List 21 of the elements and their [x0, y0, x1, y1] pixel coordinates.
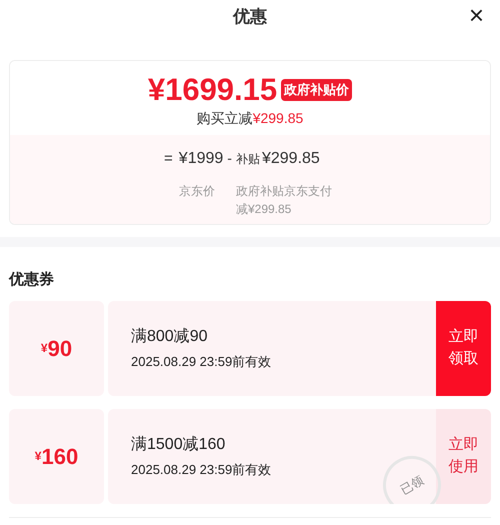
subsidy-badge: 政府补贴价 [281, 79, 352, 101]
close-button[interactable]: × [468, 2, 484, 28]
subsidy-label: 补贴 [236, 151, 260, 168]
price-amount: ¥1699.15 [148, 73, 278, 107]
subsidy-caption: 政府补贴京东支付减¥299.85 [236, 182, 333, 218]
sheet-title: 优惠 [233, 6, 267, 28]
base-price-caption: 京东价 [178, 182, 216, 200]
saving-text: 购买立减¥299.85 [196, 109, 304, 128]
coupon-validity: 2025.08.29 23:59前有效 [131, 352, 272, 370]
base-price: ¥1999 [178, 149, 224, 169]
coupon-value: ¥160 [9, 408, 104, 504]
coupon-condition: 满1500减160 [131, 434, 226, 454]
subsidy-amount: ¥299.85 [262, 149, 320, 169]
equals-sign: = [164, 149, 174, 169]
coupon-action-button[interactable]: 立即领取 [436, 300, 491, 396]
section-title: 优惠券 [9, 270, 55, 290]
coupon-action-button[interactable]: 立即使用 [436, 408, 491, 504]
minus-sign: - [227, 149, 232, 168]
coupon-validity: 2025.08.29 23:59前有效 [131, 460, 272, 478]
coupon-value: ¥90 [9, 300, 104, 396]
coupon-condition: 满800减90 [131, 326, 208, 346]
